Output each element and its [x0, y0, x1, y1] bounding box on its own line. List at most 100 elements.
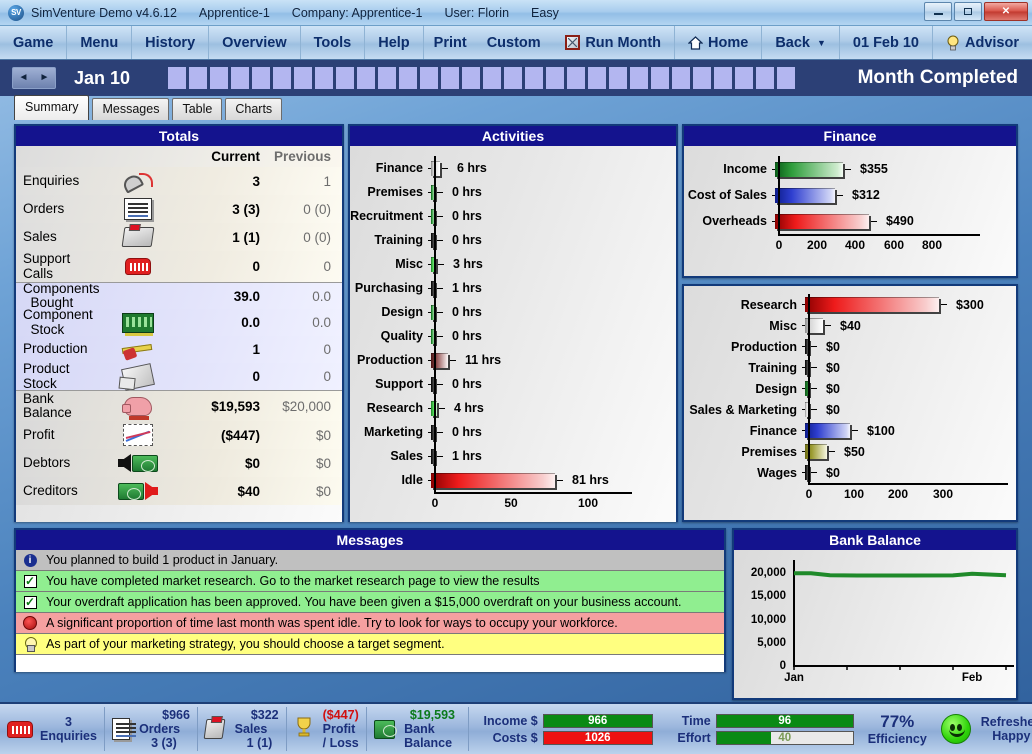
- chart-bar-track: 4 hrs: [431, 400, 676, 416]
- minimize-button[interactable]: [924, 2, 952, 21]
- chart-bar-track: $355: [775, 161, 1016, 177]
- status-profit-label: Profit / Loss: [322, 722, 359, 750]
- message-row[interactable]: i You planned to build 1 product in Janua…: [16, 550, 724, 571]
- menu-item-print[interactable]: Print: [424, 26, 477, 59]
- order-doc-icon: [104, 198, 172, 220]
- chart-bar-value: $0: [826, 381, 840, 396]
- x-tick-label: 0: [775, 238, 783, 252]
- chart-bar-value: 0 hrs: [452, 233, 482, 247]
- tab-table[interactable]: Table: [172, 98, 223, 120]
- chart-bar-row: Misc $40: [684, 315, 1016, 336]
- menu-item-menu[interactable]: Menu: [67, 26, 133, 59]
- message-row[interactable]: As part of your marketing strategy, you …: [16, 634, 724, 655]
- totals-panel-body: Current Previous Enquiries 3 1 Orders 3 (3) 0…: [16, 146, 342, 522]
- totals-row-previous: 0 (0): [303, 229, 331, 245]
- back-button[interactable]: Back ▼: [762, 26, 840, 59]
- totals-row: Components Bought 39.0 0.0: [16, 281, 342, 310]
- piggy-bank-icon: [104, 396, 172, 420]
- money-in-icon: [104, 454, 172, 472]
- chart-bar-track: 0 hrs: [431, 328, 676, 344]
- chart-bar-track: 1 hrs: [431, 280, 676, 296]
- month-progress-block: [567, 67, 585, 89]
- menu-item-history[interactable]: History: [132, 26, 210, 59]
- chart-bar-value: 0 hrs: [452, 305, 482, 319]
- chart-bar-row: Marketing 0 hrs: [350, 420, 676, 444]
- totals-row-previous: 1: [323, 173, 331, 189]
- chart-bar-track: 11 hrs: [431, 352, 676, 368]
- axis-tick: [442, 167, 448, 169]
- menu-item-custom[interactable]: Custom: [477, 26, 551, 59]
- maximize-button[interactable]: [954, 2, 982, 21]
- status-enquiries[interactable]: 3 Enquiries: [0, 707, 105, 751]
- chart-bar-value: 0 hrs: [452, 185, 482, 199]
- month-progress-block: [462, 67, 480, 89]
- run-month-icon: [565, 35, 581, 50]
- menu-item-help[interactable]: Help: [365, 26, 424, 59]
- axis-tick: [845, 168, 851, 170]
- phone-icon: [104, 172, 172, 190]
- chart-bar-row: Wages $0: [684, 462, 1016, 483]
- chart-bar-row: Production $0: [684, 336, 1016, 357]
- chart-bar-track: 0 hrs: [431, 184, 676, 200]
- chart-bar-value: $0: [826, 360, 840, 375]
- chevron-down-icon[interactable]: ▼: [817, 38, 826, 48]
- home-button[interactable]: Home: [675, 26, 763, 59]
- totals-row-previous: $20,000: [282, 398, 331, 414]
- back-label: Back: [775, 34, 810, 51]
- message-row[interactable]: A significant proportion of time last mo…: [16, 613, 724, 634]
- message-row[interactable]: ✓ You have completed market research. Go …: [16, 571, 724, 592]
- prev-month-icon[interactable]: ◄: [19, 73, 29, 83]
- status-sales[interactable]: $322 Sales 1 (1): [198, 707, 287, 751]
- costs-value: 1026: [584, 731, 611, 744]
- close-button[interactable]: ✕: [984, 2, 1028, 21]
- status-sales-label: Sales 1 (1): [235, 722, 279, 750]
- chart-bar-row: Misc 3 hrs: [350, 252, 676, 276]
- tab-summary[interactable]: Summary: [14, 95, 90, 120]
- message-row[interactable]: ✓ Your overdraft application has been app…: [16, 592, 724, 613]
- mood-line2: Happy: [992, 729, 1031, 743]
- run-month-button[interactable]: Run Month: [552, 26, 676, 59]
- chart-bar-label: Design: [755, 381, 797, 396]
- chart-bar-label: Design: [381, 305, 423, 319]
- month-progress-block: [357, 67, 375, 89]
- menu-item-tools[interactable]: Tools: [301, 26, 366, 59]
- tab-messages[interactable]: Messages: [92, 98, 170, 120]
- totals-row-label: Debtors: [23, 454, 71, 470]
- status-bank[interactable]: $19,593 Bank Balance: [367, 707, 469, 751]
- status-profit[interactable]: ($447) Profit / Loss: [287, 707, 367, 751]
- chart-bar-track: 0 hrs: [431, 304, 676, 320]
- check-icon: ✓: [23, 574, 37, 588]
- advisor-button[interactable]: Advisor: [933, 26, 1032, 59]
- axis-tick: [811, 367, 817, 368]
- tab-charts[interactable]: Charts: [225, 98, 283, 120]
- month-step-buttons[interactable]: ◄ ►: [12, 67, 56, 89]
- main-menubar: Game Menu History Overview Tools Help Pr…: [0, 26, 1032, 60]
- chart-bar-value: 3 hrs: [453, 257, 483, 271]
- chart-bar-row: Finance $100: [684, 420, 1016, 441]
- home-icon: [688, 35, 704, 50]
- month-progress-block: [315, 67, 333, 89]
- chart-bar-row: Training $0: [684, 357, 1016, 378]
- chart-bar-value: 0 hrs: [452, 209, 482, 223]
- chart-bar: [775, 161, 843, 177]
- view-tabs: Summary Messages Table Charts: [14, 95, 283, 120]
- chart-bar-label: Premises: [741, 444, 797, 459]
- x-tick-label: Feb: [961, 672, 983, 684]
- axis-tick: [437, 431, 443, 433]
- axis-tick: [557, 479, 563, 481]
- totals-row-current: $19,593: [211, 398, 260, 414]
- month-progress-block: [336, 67, 354, 89]
- menu-item-overview[interactable]: Overview: [209, 26, 301, 59]
- totals-row: Orders 3 (3) 0 (0): [16, 195, 342, 223]
- menu-item-game[interactable]: Game: [0, 26, 68, 59]
- totals-row-label: Support Calls: [23, 251, 71, 281]
- axis-tick: [825, 325, 831, 326]
- status-orders[interactable]: $966 Orders 3 (3): [105, 707, 198, 751]
- status-enquiries-value: 3: [65, 715, 72, 729]
- chart-bar-value: $490: [886, 214, 914, 228]
- current-month-label: Jan 10: [74, 67, 131, 88]
- next-month-icon[interactable]: ►: [40, 73, 50, 83]
- chart-bar-label: Premises: [367, 185, 423, 199]
- chart-bar-value: $0: [826, 465, 840, 480]
- x-axis-labels: 0 200 400 600 800: [775, 236, 1016, 252]
